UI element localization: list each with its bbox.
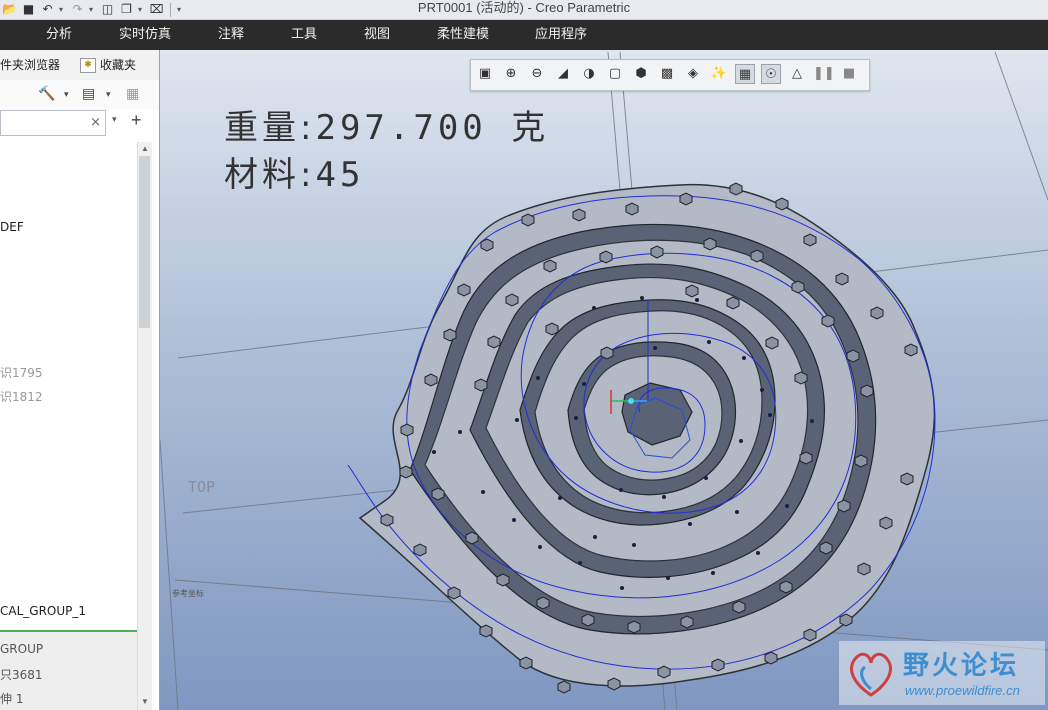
pause-icon[interactable]: ❚❚ (813, 64, 835, 84)
datum-plane-top-label[interactable]: TOP (188, 478, 215, 496)
material-label: 材料: (224, 155, 316, 195)
search-dropdown-icon[interactable]: ▾ (112, 114, 117, 125)
scroll-thumb[interactable] (139, 156, 150, 328)
graphics-window[interactable]: 重量:297.700 克 材料:45 TOP 参考坐标 ▣ ⊕ ⊖ ◢ ◑ ▢ … (160, 50, 1048, 710)
tab-folder-browser[interactable]: 文件夹浏览器 (0, 50, 60, 80)
spin-center-icon[interactable]: ☉ (761, 64, 781, 84)
menu-flexible-modeling[interactable]: 柔性建模 (437, 20, 489, 50)
show-dropdown-icon[interactable]: ▾ (106, 90, 111, 100)
settings-dropdown-icon[interactable]: ▾ (64, 90, 69, 100)
refit-icon[interactable]: ▣ (475, 64, 495, 84)
weight-value: 297.700 克 (315, 108, 550, 148)
tree-toolbar: 🔨 ▾ ▤ ▾ ▦ (0, 80, 159, 110)
tab-favorites-label: 收藏夹 (100, 58, 137, 72)
perspective-icon[interactable]: ◈ (683, 64, 703, 84)
material-value: 45 (315, 155, 365, 195)
weight-label: 重量: (224, 108, 316, 148)
datum-display-icon[interactable]: ✨ (709, 64, 729, 84)
repaint-icon[interactable]: ◢ (553, 64, 573, 84)
filter-icon[interactable]: ▦ (126, 86, 139, 102)
menu-applications[interactable]: 应用程序 (535, 20, 587, 50)
watermark-text: 野火论坛 (903, 651, 1020, 681)
navigator-tabs: 文件夹浏览器 ✱ 收藏夹 (0, 50, 159, 81)
saved-views-icon[interactable]: ▢ (605, 64, 625, 84)
ribbon-menu-bar: 分析 实时仿真 注释 工具 视图 柔性建模 应用程序 (0, 20, 1048, 50)
watermark-logo-icon (850, 652, 892, 697)
window-title: PRT0001 (活动的) - Creo Parametric (417, 0, 631, 15)
menu-live-simulation[interactable]: 实时仿真 (119, 20, 171, 50)
menu-view[interactable]: 视图 (364, 20, 390, 50)
simulation-icon[interactable]: △ (787, 64, 807, 84)
scroll-down-icon[interactable]: ▼ (141, 697, 149, 706)
add-icon[interactable]: + (131, 110, 142, 131)
show-list-icon[interactable]: ▤ (82, 86, 95, 102)
watermark: 野火论坛 www.proewildfire.cn (839, 641, 1045, 705)
zoom-in-icon[interactable]: ⊕ (501, 64, 521, 84)
menu-analysis[interactable]: 分析 (46, 20, 72, 50)
tree-item-extrude[interactable]: 伸 1 (0, 690, 23, 707)
weight-annotation: 重量:297.700 克 (224, 100, 549, 149)
search-input[interactable]: × (0, 110, 106, 136)
clear-search-icon[interactable]: × (90, 115, 101, 130)
stop-icon[interactable]: ■ (839, 64, 859, 84)
tree-item-def[interactable]: DEF (0, 220, 24, 234)
shading-icon[interactable]: ◑ (579, 64, 599, 84)
tree-item-3681[interactable]: 只3681 (0, 666, 43, 683)
csys-label[interactable]: 参考坐标 (172, 588, 204, 599)
tree-scrollbar[interactable]: ▲ ▼ (137, 142, 152, 710)
tree-item-group-1[interactable]: CAL_GROUP_1 (0, 604, 86, 618)
watermark-url: www.proewildfire.cn (905, 683, 1020, 698)
model-tree: DEF 识1795 识1812 CAL_GROUP_1 (0, 142, 136, 710)
display-style-icon[interactable]: ▩ (657, 64, 677, 84)
tree-lower-section: GROUP 只3681 伸 1 (0, 632, 137, 710)
tree-item-group[interactable]: GROUP (0, 642, 43, 656)
menu-tools[interactable]: 工具 (291, 20, 317, 50)
favorites-icon: ✱ (80, 58, 96, 73)
tree-item-1795[interactable]: 识1795 (0, 364, 43, 381)
title-bar: 📂 ■ ↶ ▾ ↷ ▾ ◫ ❐ ▾ ⌧ ▾ PRT0001 (活动的) - Cr… (0, 0, 1048, 20)
menu-annotate[interactable]: 注释 (218, 20, 244, 50)
zoom-out-icon[interactable]: ⊖ (527, 64, 547, 84)
settings-hammer-icon[interactable]: 🔨 (38, 86, 55, 102)
material-annotation: 材料:45 (224, 147, 364, 196)
tab-favorites[interactable]: ✱ 收藏夹 (80, 50, 136, 80)
tree-item-1812[interactable]: 识1812 (0, 388, 43, 405)
in-graphics-toolbar: ▣ ⊕ ⊖ ◢ ◑ ▢ ⬢ ▩ ◈ ✨ ▦ ☉ △ ❚❚ ■ (470, 59, 870, 91)
annotation-icon[interactable]: ▦ (735, 64, 755, 84)
view-manager-icon[interactable]: ⬢ (631, 64, 651, 84)
navigator-panel: 文件夹浏览器 ✱ 收藏夹 🔨 ▾ ▤ ▾ ▦ × ▾ + DEF 识1795 识1… (0, 50, 160, 710)
scroll-up-icon[interactable]: ▲ (141, 144, 149, 153)
